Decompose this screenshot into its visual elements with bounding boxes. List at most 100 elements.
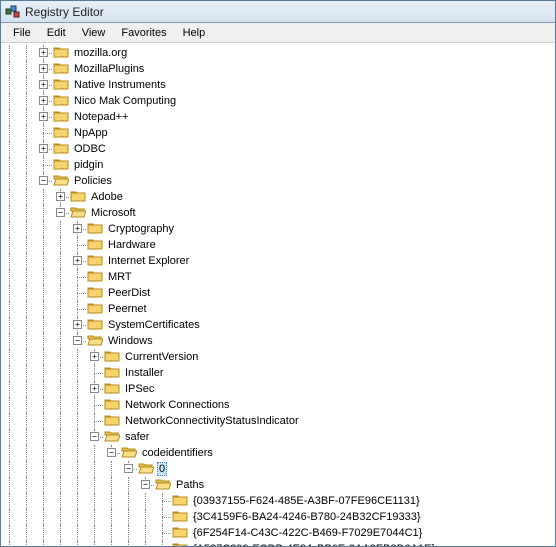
tree-node-label[interactable]: Peernet xyxy=(106,303,149,315)
tree-node-label[interactable]: {03937155-F624-485E-A3BF-07FE96CE1131} xyxy=(191,495,422,507)
tree-node-label[interactable]: Adobe xyxy=(89,191,125,203)
tree-node[interactable]: + Adobe xyxy=(1,189,555,205)
expand-icon[interactable]: + xyxy=(90,352,99,361)
collapse-icon[interactable]: − xyxy=(56,208,65,217)
tree-node[interactable]: + MozillaPlugins xyxy=(1,61,555,77)
tree-node-label[interactable]: mozilla.org xyxy=(72,47,129,59)
tree-node-label[interactable]: Windows xyxy=(106,335,155,347)
tree-node[interactable]: − Policies xyxy=(1,173,555,189)
folder-icon xyxy=(86,253,106,270)
tree-node[interactable]: Peernet xyxy=(1,301,555,317)
tree-node[interactable]: {03937155-F624-485E-A3BF-07FE96CE1131} xyxy=(1,493,555,509)
tree-node[interactable]: NetworkConnectivityStatusIndicator xyxy=(1,413,555,429)
expand-icon[interactable]: + xyxy=(39,64,48,73)
expand-icon[interactable]: + xyxy=(90,384,99,393)
tree-node-label[interactable]: NetworkConnectivityStatusIndicator xyxy=(123,415,301,427)
menu-edit[interactable]: Edit xyxy=(39,25,74,41)
tree-node[interactable]: + CurrentVersion xyxy=(1,349,555,365)
tree-node-label[interactable]: MozillaPlugins xyxy=(72,63,146,75)
tree-node-label[interactable]: {6F254F14-C43C-422C-B469-F7029E7044C1} xyxy=(191,527,424,539)
expand-icon[interactable]: + xyxy=(73,224,82,233)
collapse-icon[interactable]: − xyxy=(39,176,48,185)
expand-icon[interactable]: + xyxy=(73,320,82,329)
tree-node-label[interactable]: Nico Mak Computing xyxy=(72,95,178,107)
expand-icon[interactable]: + xyxy=(39,80,48,89)
tree-node[interactable]: + IPSec xyxy=(1,381,555,397)
tree-node-label[interactable]: Microsoft xyxy=(89,207,138,219)
folder-icon xyxy=(103,397,123,414)
menu-file[interactable]: File xyxy=(5,25,39,41)
tree-node-label[interactable]: Hardware xyxy=(106,239,158,251)
tree-node-label[interactable]: {3C4159F6-BA24-4246-B780-24B32CF19333} xyxy=(191,511,423,523)
tree-node-label[interactable]: CurrentVersion xyxy=(123,351,200,363)
collapse-icon[interactable]: − xyxy=(73,336,82,345)
menu-view[interactable]: View xyxy=(74,25,114,41)
tree-node-label[interactable]: Native Instruments xyxy=(72,79,168,91)
tree-node-label[interactable]: codeidentifiers xyxy=(140,447,215,459)
folder-icon xyxy=(52,125,72,142)
collapse-icon[interactable]: − xyxy=(107,448,116,457)
registry-tree[interactable]: + mozilla.org + MozillaPlugins + Native Instr… xyxy=(1,43,555,546)
tree-node-label[interactable]: NpApp xyxy=(72,127,110,139)
tree-node[interactable]: Installer xyxy=(1,365,555,381)
tree-node[interactable]: + Notepad++ xyxy=(1,109,555,125)
tree-node[interactable]: + Native Instruments xyxy=(1,77,555,93)
expand-icon[interactable]: + xyxy=(39,96,48,105)
tree-node-label[interactable]: safer xyxy=(123,431,151,443)
tree-node[interactable]: {3C4159F6-BA24-4246-B780-24B32CF19333} xyxy=(1,509,555,525)
tree-node-label[interactable]: IPSec xyxy=(123,383,156,395)
tree-node-label[interactable]: 0 xyxy=(157,462,167,476)
folder-open-icon xyxy=(86,333,106,350)
menu-bar: FileEditViewFavoritesHelp xyxy=(1,23,555,43)
tree-node-label[interactable]: {A537C899-ECDB-4E9A-BB0E-8AA2EB8D6A1E} xyxy=(191,543,437,546)
folder-icon xyxy=(52,61,72,78)
tree-node[interactable]: {A537C899-ECDB-4E9A-BB0E-8AA2EB8D6A1E} xyxy=(1,541,555,546)
tree-node-label[interactable]: Internet Explorer xyxy=(106,255,191,267)
folder-icon xyxy=(171,493,191,510)
tree-node-label[interactable]: pidgin xyxy=(72,159,105,171)
tree-node-label[interactable]: Notepad++ xyxy=(72,111,130,123)
tree-node[interactable]: Network Connections xyxy=(1,397,555,413)
tree-node-label[interactable]: PeerDist xyxy=(106,287,152,299)
tree-node[interactable]: + mozilla.org xyxy=(1,45,555,61)
tree-node-label[interactable]: Cryptography xyxy=(106,223,176,235)
expand-icon[interactable]: + xyxy=(73,256,82,265)
tree-node-label[interactable]: Network Connections xyxy=(123,399,232,411)
tree-node[interactable]: pidgin xyxy=(1,157,555,173)
tree-node[interactable]: − codeidentifiers xyxy=(1,445,555,461)
expand-icon[interactable]: + xyxy=(39,144,48,153)
folder-icon xyxy=(103,381,123,398)
tree-node[interactable]: + ODBC xyxy=(1,141,555,157)
expand-icon[interactable]: + xyxy=(39,48,48,57)
tree-node-label[interactable]: Installer xyxy=(123,367,166,379)
collapse-icon[interactable]: − xyxy=(90,432,99,441)
tree-node[interactable]: + Internet Explorer xyxy=(1,253,555,269)
tree-node[interactable]: Hardware xyxy=(1,237,555,253)
folder-open-icon xyxy=(137,461,157,478)
collapse-icon[interactable]: − xyxy=(141,480,150,489)
tree-node[interactable]: − Microsoft xyxy=(1,205,555,221)
tree-node-label[interactable]: ODBC xyxy=(72,143,108,155)
menu-help[interactable]: Help xyxy=(175,25,214,41)
tree-node[interactable]: − safer xyxy=(1,429,555,445)
tree-node[interactable]: {6F254F14-C43C-422C-B469-F7029E7044C1} xyxy=(1,525,555,541)
tree-node[interactable]: + Nico Mak Computing xyxy=(1,93,555,109)
tree-node-label[interactable]: SystemCertificates xyxy=(106,319,202,331)
tree-node[interactable]: + Cryptography xyxy=(1,221,555,237)
expand-icon[interactable]: + xyxy=(39,112,48,121)
folder-open-icon xyxy=(69,205,89,222)
folder-icon xyxy=(86,269,106,286)
tree-node[interactable]: PeerDist xyxy=(1,285,555,301)
tree-node-label[interactable]: MRT xyxy=(106,271,134,283)
collapse-icon[interactable]: − xyxy=(124,464,133,473)
tree-node[interactable]: NpApp xyxy=(1,125,555,141)
tree-node[interactable]: MRT xyxy=(1,269,555,285)
tree-node-label[interactable]: Policies xyxy=(72,175,114,187)
tree-node[interactable]: − Paths xyxy=(1,477,555,493)
expand-icon[interactable]: + xyxy=(56,192,65,201)
tree-node[interactable]: − Windows xyxy=(1,333,555,349)
tree-node-label[interactable]: Paths xyxy=(174,479,206,491)
tree-node[interactable]: −0 xyxy=(1,461,555,477)
tree-node[interactable]: + SystemCertificates xyxy=(1,317,555,333)
menu-favorites[interactable]: Favorites xyxy=(113,25,174,41)
